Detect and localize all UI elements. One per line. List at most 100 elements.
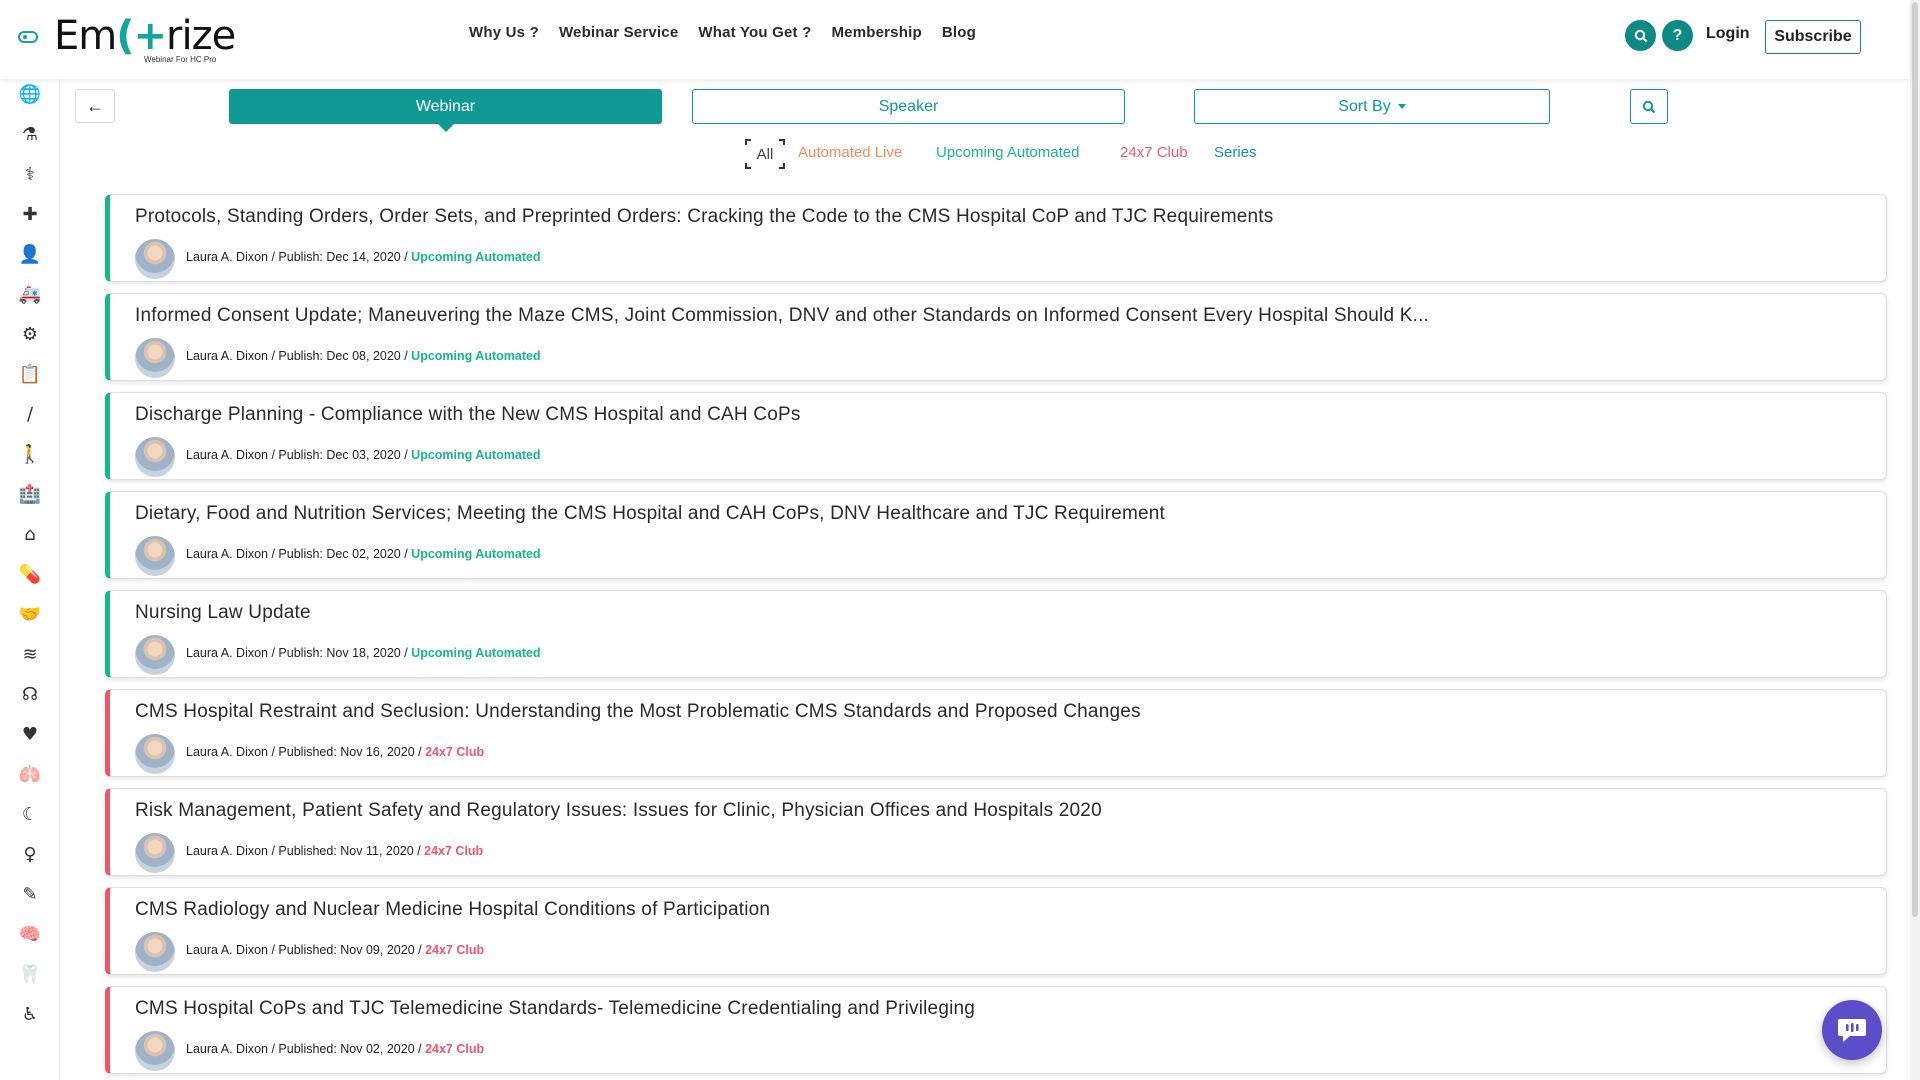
speaker-avatar <box>135 833 175 873</box>
speaker-name[interactable]: Laura A. Dixon <box>186 349 268 363</box>
tooth-icon[interactable]: 🦷 <box>18 962 42 986</box>
main-nav: Why Us ? Webinar Service What You Get ? … <box>469 24 996 41</box>
home-medical-icon[interactable]: ⌂ <box>18 522 42 546</box>
chat-button[interactable] <box>1822 1000 1882 1060</box>
webinar-title[interactable]: Protocols, Standing Orders, Order Sets, … <box>135 206 1273 228</box>
webinar-card[interactable]: Dietary, Food and Nutrition Services; Me… <box>105 491 1887 579</box>
status-badge: Upcoming Automated <box>411 250 541 264</box>
scrollbar-thumb[interactable] <box>1912 2 1918 917</box>
medkit-icon[interactable]: ✚ <box>18 202 42 226</box>
publish-date: Nov 09, 2020 <box>340 943 415 957</box>
publish-date: Dec 14, 2020 <box>326 250 401 264</box>
publish-date: Nov 02, 2020 <box>340 1042 415 1056</box>
webinar-meta: Laura A. Dixon / Published: Nov 16, 2020… <box>186 745 485 759</box>
status-badge: 24x7 Club <box>425 745 485 759</box>
brain-icon[interactable]: 🧠 <box>18 922 42 946</box>
caduceus-icon[interactable]: ⚕ <box>18 162 42 186</box>
heartbeat-icon[interactable]: ♥ <box>18 722 42 746</box>
status-badge: Upcoming Automated <box>411 448 541 462</box>
filter-series[interactable]: Series <box>1214 144 1257 161</box>
filter-upcoming-automated[interactable]: Upcoming Automated <box>936 144 1079 161</box>
speaker-avatar <box>135 635 175 675</box>
status-badge: 24x7 Club <box>425 943 485 957</box>
logo[interactable]: Em(+rize Webinar For HC Pro <box>54 13 236 68</box>
caret-down-icon <box>1397 104 1406 109</box>
webinar-title[interactable]: CMS Hospital CoPs and TJC Telemedicine S… <box>135 998 975 1020</box>
webinar-card[interactable]: CMS Hospital Restraint and Seclusion: Un… <box>105 689 1887 777</box>
webinar-card[interactable]: Discharge Planning - Compliance with the… <box>105 392 1887 480</box>
flask-icon[interactable]: ⚗ <box>18 122 42 146</box>
webinar-card[interactable]: Risk Management, Patient Safety and Regu… <box>105 788 1887 876</box>
speaker-name[interactable]: Laura A. Dixon <box>186 745 268 759</box>
handshake-icon[interactable]: 🤝 <box>18 602 42 626</box>
nav-webinar-service[interactable]: Webinar Service <box>559 24 678 41</box>
subscribe-button[interactable]: Subscribe <box>1765 20 1861 54</box>
webinar-meta: Laura A. Dixon / Publish: Dec 08, 2020 /… <box>186 349 541 363</box>
help-icon[interactable]: ? <box>1662 20 1693 51</box>
webinar-card[interactable]: Protocols, Standing Orders, Order Sets, … <box>105 194 1887 282</box>
webinar-title[interactable]: Risk Management, Patient Safety and Regu… <box>135 800 1102 822</box>
filter-all[interactable]: All <box>745 139 785 169</box>
webinar-card[interactable]: CMS Hospital CoPs and TJC Telemedicine S… <box>105 986 1887 1074</box>
status-badge: 24x7 Club <box>425 1042 485 1056</box>
tab-webinar[interactable]: Webinar <box>229 89 662 132</box>
ambulance-icon[interactable]: 🚑 <box>18 282 42 306</box>
sort-by-dropdown[interactable]: Sort By <box>1194 89 1550 124</box>
syringe-icon[interactable]: ∕ <box>18 402 42 426</box>
webinar-title[interactable]: Dietary, Food and Nutrition Services; Me… <box>135 503 1165 525</box>
person-icon[interactable]: 🚶 <box>18 442 42 466</box>
pill-bowl-icon[interactable]: 💊 <box>18 562 42 586</box>
webinar-meta: Laura A. Dixon / Publish: Dec 02, 2020 /… <box>186 547 541 561</box>
webinar-card[interactable]: Nursing Law Update Laura A. Dixon / Publ… <box>105 590 1887 678</box>
globe-icon[interactable]: 🌐 <box>18 82 42 106</box>
speaker-name[interactable]: Laura A. Dixon <box>186 943 268 957</box>
lungs-icon[interactable]: 🫁 <box>18 762 42 786</box>
webinar-meta: Laura A. Dixon / Publish: Dec 14, 2020 /… <box>186 250 541 264</box>
back-button[interactable]: ← <box>75 89 115 123</box>
speaker-name[interactable]: Laura A. Dixon <box>186 448 268 462</box>
notes-icon[interactable]: ✎ <box>18 882 42 906</box>
filter-24x7-club[interactable]: 24x7 Club <box>1120 144 1188 161</box>
webinar-title[interactable]: Informed Consent Update; Maneuvering the… <box>135 305 1429 327</box>
webinar-card[interactable]: CMS Radiology and Nuclear Medicine Hospi… <box>105 887 1887 975</box>
tab-speaker[interactable]: Speaker <box>692 89 1125 124</box>
webinar-meta: Laura A. Dixon / Published: Nov 09, 2020… <box>186 943 485 957</box>
uterus-icon[interactable]: ♀ <box>18 842 42 866</box>
hospital-icon[interactable]: 🏥 <box>18 482 42 506</box>
filter-automated-live[interactable]: Automated Live <box>798 144 902 161</box>
speaker-avatar <box>135 338 175 378</box>
nav-membership[interactable]: Membership <box>831 24 921 41</box>
webinar-card[interactable]: Informed Consent Update; Maneuvering the… <box>105 293 1887 381</box>
webinar-title[interactable]: Discharge Planning - Compliance with the… <box>135 404 801 426</box>
search-button[interactable] <box>1630 89 1668 124</box>
webinar-title[interactable]: Nursing Law Update <box>135 602 311 624</box>
nav-what-you-get[interactable]: What You Get ? <box>698 24 811 41</box>
speaker-avatar <box>135 437 175 477</box>
nav-why-us[interactable]: Why Us ? <box>469 24 539 41</box>
menu-toggle-icon[interactable] <box>18 31 38 43</box>
logo-text-a: Em <box>54 13 117 59</box>
webinar-meta: Laura A. Dixon / Publish: Nov 18, 2020 /… <box>186 646 541 660</box>
clipboard-icon[interactable]: 📋 <box>18 362 42 386</box>
publish-label: Publish: <box>278 250 323 264</box>
speaker-name[interactable]: Laura A. Dixon <box>186 646 268 660</box>
speaker-avatar <box>135 536 175 576</box>
speaker-name[interactable]: Laura A. Dixon <box>186 1042 268 1056</box>
webinar-title[interactable]: CMS Hospital Restraint and Seclusion: Un… <box>135 701 1141 723</box>
status-badge: Upcoming Automated <box>411 349 541 363</box>
user-cog-icon[interactable]: ⚙ <box>18 322 42 346</box>
publish-date: Dec 02, 2020 <box>326 547 401 561</box>
webinar-title[interactable]: CMS Radiology and Nuclear Medicine Hospi… <box>135 899 770 921</box>
stomach-icon[interactable]: ☾ <box>18 802 42 826</box>
login-link[interactable]: Login <box>1706 25 1750 43</box>
nav-blog[interactable]: Blog <box>942 24 976 41</box>
spine-icon[interactable]: ≋ <box>18 642 42 666</box>
stethoscope-icon[interactable]: ☊ <box>18 682 42 706</box>
speaker-name[interactable]: Laura A. Dixon <box>186 547 268 561</box>
speaker-avatar <box>135 239 175 279</box>
doctor-icon[interactable]: 👤 <box>18 242 42 266</box>
header-search-icon[interactable] <box>1625 20 1656 51</box>
wheelchair-icon[interactable]: ♿ <box>18 1002 42 1026</box>
speaker-name[interactable]: Laura A. Dixon <box>186 250 268 264</box>
speaker-name[interactable]: Laura A. Dixon <box>186 844 268 858</box>
